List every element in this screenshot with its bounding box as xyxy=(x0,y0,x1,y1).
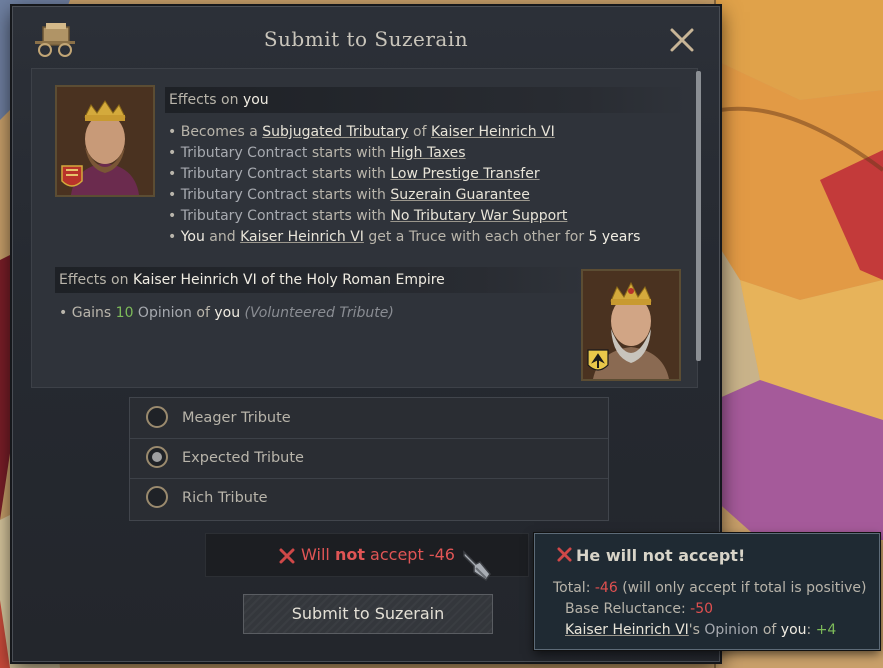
self-portrait[interactable] xyxy=(55,85,155,197)
list-item: Tributary Contract starts with Low Prest… xyxy=(168,164,640,185)
tribute-label: Expected Tribute xyxy=(182,450,304,466)
effect-text: and xyxy=(204,229,241,245)
list-item: Becomes a Subjugated Tributary of Kaiser… xyxy=(168,122,640,143)
acceptance-not: not xyxy=(334,545,365,564)
effect-term: Tributary Contract xyxy=(180,208,308,224)
kaiser-heinrich-link[interactable]: Kaiser Heinrich VI xyxy=(565,622,689,638)
scrollbar[interactable] xyxy=(696,71,701,361)
total-note: (will only accept if total is positive) xyxy=(617,580,867,596)
kaiser-heinrich-link[interactable]: Kaiser Heinrich VI xyxy=(431,124,555,140)
list-item: Tributary Contract starts with No Tribut… xyxy=(168,206,640,227)
effects-on-you-list: Becomes a Subjugated Tributary of Kaiser… xyxy=(168,122,641,248)
acceptance-value: accept -46 xyxy=(364,545,455,564)
tooltip-title-text: He will not accept! xyxy=(576,546,746,565)
effect-text: starts with xyxy=(307,208,391,224)
tribute-label: Meager Tribute xyxy=(182,410,291,426)
tribute-options: Meager Tribute Expected Tribute Rich Tri… xyxy=(129,397,609,521)
total-value: -46 xyxy=(594,580,618,596)
dialog-title: Submit to Suzerain xyxy=(263,27,469,51)
coat-of-arms-icon xyxy=(587,349,609,371)
acceptance-prefix: Will xyxy=(301,545,335,564)
radio-button-selected[interactable] xyxy=(146,446,168,468)
effect-text: starts with xyxy=(307,145,391,161)
opinion-possessive: 's xyxy=(688,622,705,638)
list-item: You and Kaiser Heinrich VI get a Truce w… xyxy=(168,227,641,248)
tooltip-title: He will not accept! xyxy=(557,546,745,565)
close-icon[interactable] xyxy=(667,25,697,55)
opinion-reason: (Volunteered Tribute) xyxy=(244,305,394,321)
tribute-option-meager[interactable]: Meager Tribute xyxy=(130,398,608,439)
effects-on-emperor-header: Effects on Kaiser Heinrich VI of the Hol… xyxy=(55,267,585,293)
effect-text: of xyxy=(408,124,431,140)
tooltip-base-reluctance: Base Reluctance: -50 xyxy=(565,601,713,617)
tribute-label: Rich Tribute xyxy=(182,490,268,506)
cross-icon xyxy=(557,547,572,562)
effect-term: Tributary Contract xyxy=(180,166,308,182)
gauntlet-cursor-icon xyxy=(463,550,491,582)
low-prestige-transfer-link[interactable]: Low Prestige Transfer xyxy=(390,166,539,182)
base-label: Base Reluctance: xyxy=(565,601,691,617)
high-taxes-link[interactable]: High Taxes xyxy=(390,145,465,161)
no-tributary-war-support-link[interactable]: No Tributary War Support xyxy=(390,208,567,224)
emperor-portrait[interactable] xyxy=(581,269,681,381)
opinion-colon: : xyxy=(806,622,816,638)
total-label: Total: xyxy=(553,580,595,596)
list-item: Tributary Contract starts with High Taxe… xyxy=(168,143,640,164)
tooltip-total: Total: -46 (will only accept if total is… xyxy=(553,580,866,596)
opinion-you: you xyxy=(780,622,807,638)
effect-you: You xyxy=(180,229,205,245)
effect-term: Opinion xyxy=(133,305,192,321)
effects-target: you xyxy=(242,92,269,108)
effect-term: Tributary Contract xyxy=(180,145,308,161)
suzerain-guarantee-link[interactable]: Suzerain Guarantee xyxy=(390,187,530,203)
effects-target: Kaiser Heinrich VI of the Holy Roman Emp… xyxy=(132,272,445,288)
effect-term: Tributary Contract xyxy=(180,187,308,203)
effect-text: Gains xyxy=(71,305,116,321)
effects-prefix: Effects on xyxy=(59,272,133,288)
effect-text: get a Truce with each other for xyxy=(363,229,589,245)
opinion-value: +4 xyxy=(815,622,837,638)
effect-text: starts with xyxy=(307,187,391,203)
effects-on-you-header: Effects on you xyxy=(165,87,687,113)
cross-icon xyxy=(279,548,295,563)
effect-text: Becomes a xyxy=(180,124,263,140)
effect-you: you xyxy=(214,305,241,321)
radio-button[interactable] xyxy=(146,486,168,508)
subjugated-tributary-link[interactable]: Subjugated Tributary xyxy=(262,124,408,140)
tribute-option-rich[interactable]: Rich Tribute xyxy=(130,478,608,518)
opinion-of: of xyxy=(758,622,781,638)
acceptance-tooltip: He will not accept! Total: -46 (will onl… xyxy=(534,533,880,650)
tribute-option-expected[interactable]: Expected Tribute xyxy=(130,438,608,479)
opinion-term: Opinion xyxy=(704,622,759,638)
kaiser-heinrich-link[interactable]: Kaiser Heinrich VI xyxy=(240,229,364,245)
effects-on-emperor-list: Gains 10 Opinion of you (Volunteered Tri… xyxy=(59,303,394,324)
truce-duration: 5 years xyxy=(588,229,641,245)
opinion-value: 10 xyxy=(115,305,134,321)
dialog-header: Submit to Suzerain xyxy=(13,7,719,65)
coat-of-arms-icon xyxy=(61,165,83,187)
effects-prefix: Effects on xyxy=(169,92,243,108)
tooltip-opinion: Kaiser Heinrich VI's Opinion of you: +4 xyxy=(565,622,836,638)
list-item: Tributary Contract starts with Suzerain … xyxy=(168,185,640,206)
list-item: Gains 10 Opinion of you (Volunteered Tri… xyxy=(59,303,394,324)
submit-button[interactable]: Submit to Suzerain xyxy=(243,594,493,634)
effect-text: of xyxy=(191,305,215,321)
effect-text: starts with xyxy=(307,166,391,182)
base-value: -50 xyxy=(690,601,714,617)
radio-button[interactable] xyxy=(146,406,168,428)
